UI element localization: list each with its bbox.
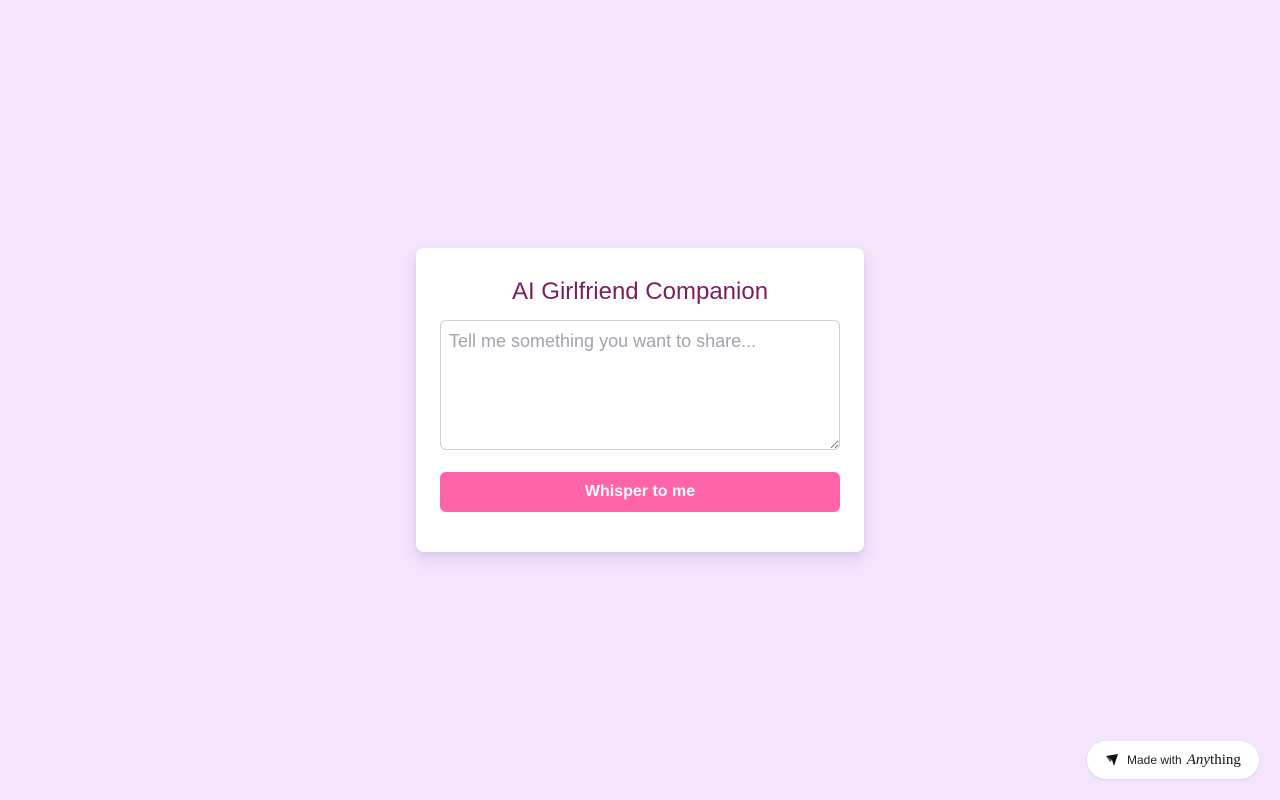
badge-brand-rest: thing bbox=[1210, 751, 1241, 768]
badge-prefix: Made with bbox=[1127, 753, 1182, 767]
badge-brand-italic: Any bbox=[1186, 751, 1211, 768]
anything-logo-icon bbox=[1105, 753, 1119, 767]
badge-brand: Anything bbox=[1187, 752, 1241, 769]
whisper-button[interactable]: Whisper to me bbox=[440, 472, 840, 512]
made-with-anything-badge[interactable]: Made with Anything bbox=[1087, 741, 1259, 779]
page-title: AI Girlfriend Companion bbox=[511, 278, 769, 305]
companion-card: AI Girlfriend Companion Whisper to me bbox=[416, 248, 864, 552]
message-input[interactable] bbox=[440, 320, 840, 450]
